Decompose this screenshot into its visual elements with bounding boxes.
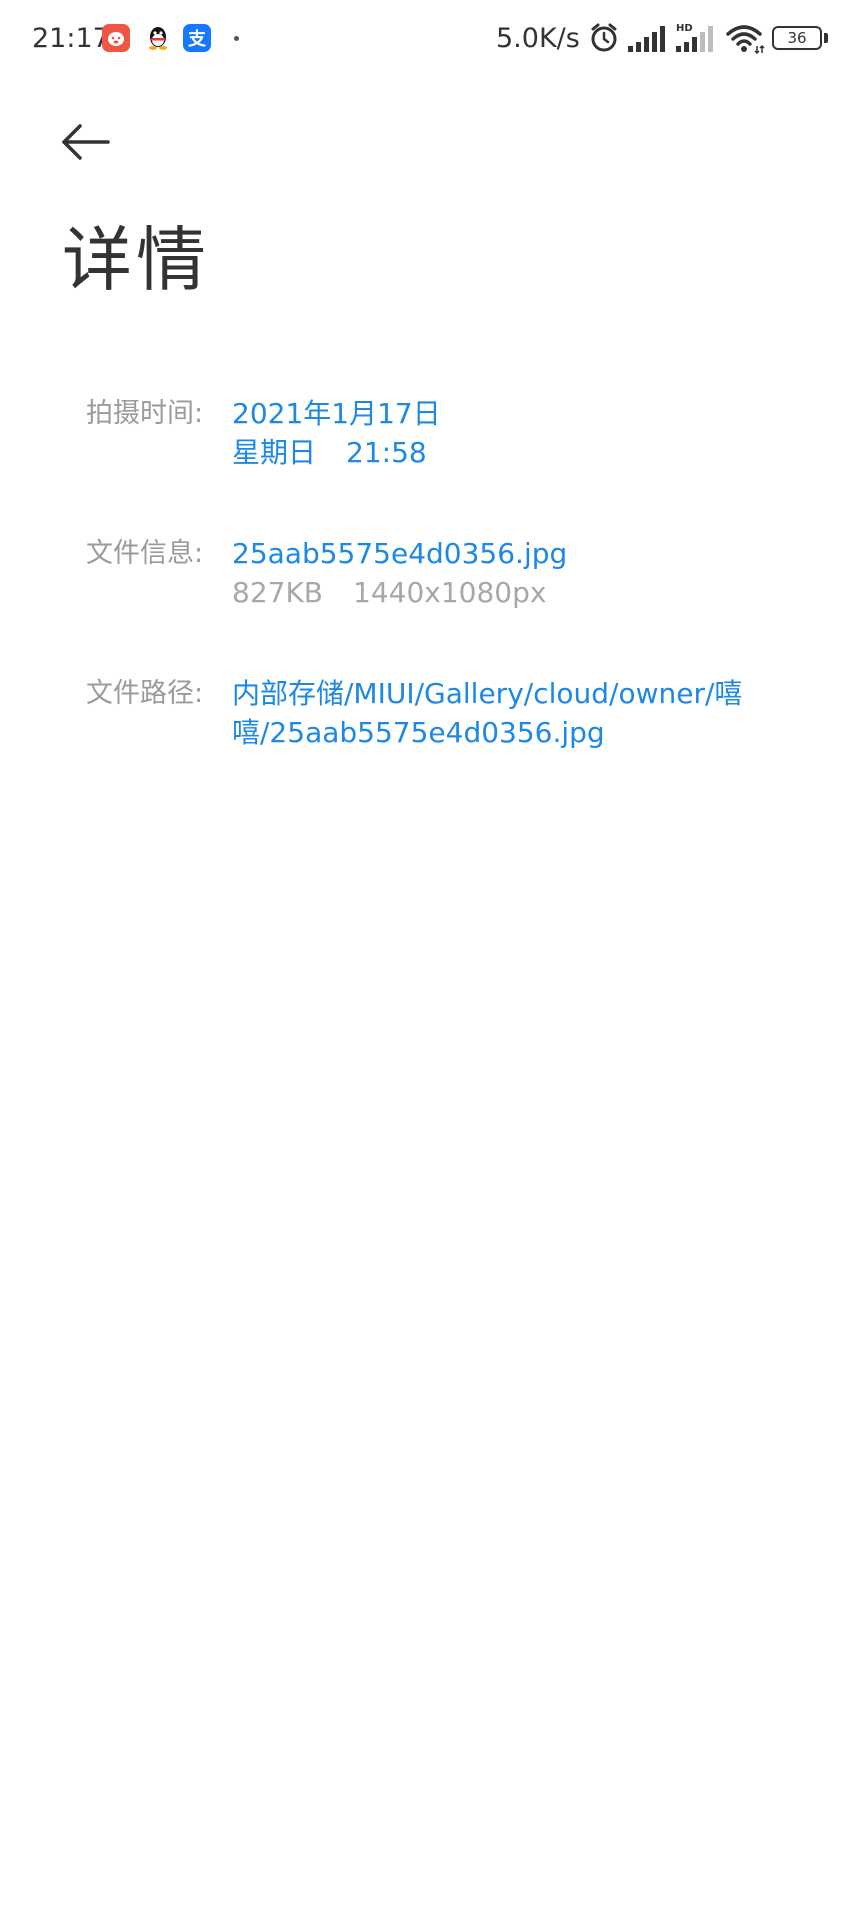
file-size: 827KB (232, 576, 324, 609)
alipay-icon: 支 (183, 24, 211, 52)
qq-icon (144, 24, 172, 52)
file-info-values: 25aab5575e4d0356.jpg 827KB 1440x1080px (232, 534, 772, 612)
capture-clock-time: 21:58 (346, 436, 427, 469)
hd-signal-icon: HD (676, 22, 718, 56)
status-time: 21:17 (32, 23, 110, 54)
file-size-resolution: 827KB 1440x1080px (232, 573, 772, 612)
file-path-line-2: 嘻/25aab5575e4d0356.jpg (232, 716, 605, 749)
battery-tip (824, 33, 828, 43)
capture-date: 2021年1月17日 (232, 397, 441, 430)
file-resolution: 1440x1080px (353, 576, 547, 609)
capture-weekday-time: 星期日 21:58 (232, 433, 772, 472)
more-notifications-dot (234, 36, 239, 41)
page-title: 详情 (62, 219, 210, 301)
battery-icon: 36 (772, 26, 822, 50)
svg-text:HD: HD (676, 23, 693, 34)
file-path-label: 文件路径: (86, 678, 204, 709)
wifi-icon (726, 24, 766, 58)
capture-time-values: 2021年1月17日 星期日 21:58 (232, 394, 772, 472)
back-button[interactable] (56, 112, 116, 172)
file-path-line-1: 内部存储/MIUI/Gallery/cloud/owner/嘻 (232, 677, 743, 710)
signal-icon (628, 26, 668, 56)
status-bar: 21:17 支 5.0K/s HD 36 (0, 0, 864, 78)
back-arrow-icon (62, 124, 110, 160)
capture-weekday: 星期日 (232, 436, 317, 469)
file-info-label: 文件信息: (86, 538, 204, 569)
file-name: 25aab5575e4d0356.jpg (232, 537, 568, 570)
file-path-values: 内部存储/MIUI/Gallery/cloud/owner/嘻 嘻/25aab5… (232, 674, 772, 752)
network-speed: 5.0K/s (496, 23, 580, 54)
capture-time-label: 拍摄时间: (86, 398, 204, 429)
app-notification-icon (102, 24, 130, 52)
alarm-icon (588, 22, 620, 58)
